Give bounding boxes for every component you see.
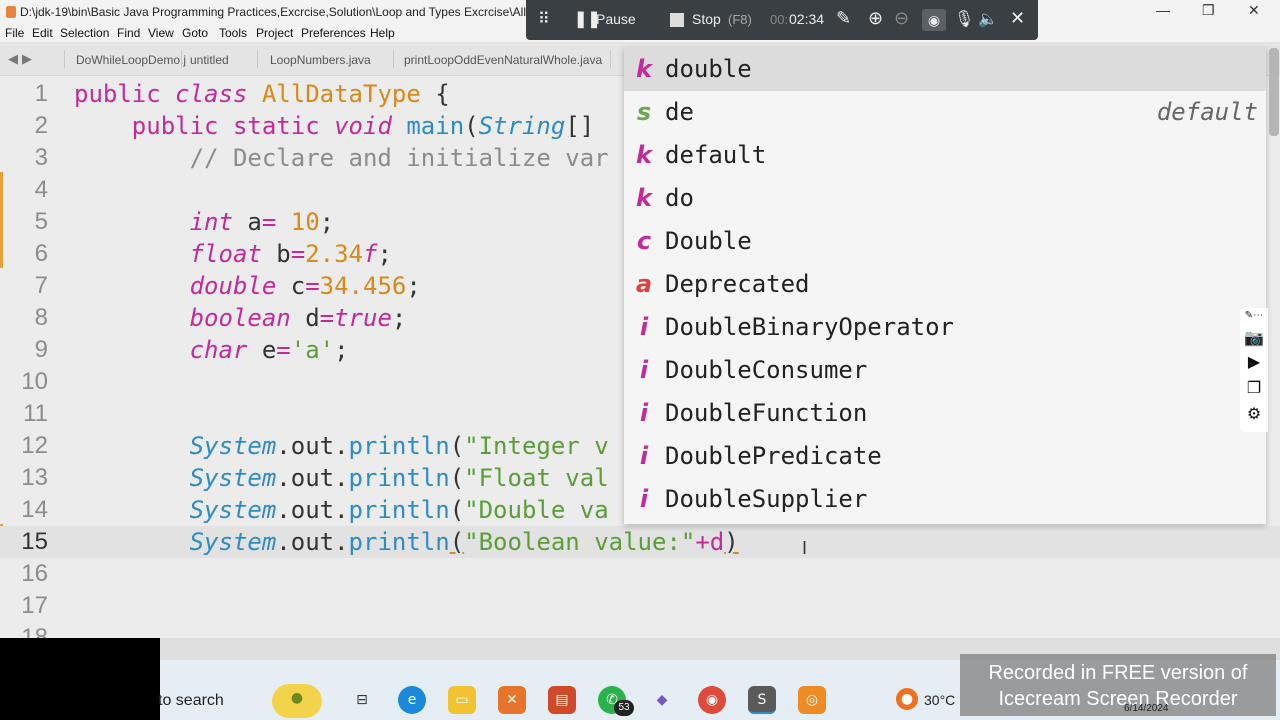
maximize-button[interactable]: ❐ <box>1202 2 1215 19</box>
xampp-icon[interactable]: ✕ <box>498 686 526 714</box>
pen-icon[interactable]: ✎ <box>836 8 851 29</box>
autocomplete-item[interactable]: i DoubleConsumer <box>624 349 1266 392</box>
line-number: 18 <box>21 624 48 638</box>
autocomplete-item[interactable]: i DoubleSupplier <box>624 478 1266 521</box>
weather-icon: ● <box>896 688 918 710</box>
window-title-text: D:\jdk-19\bin\Basic Java Programming Pra… <box>20 5 542 19</box>
code-line: 16 <box>0 558 1280 590</box>
line-number: 17 <box>21 592 48 619</box>
line-number: 9 <box>34 336 48 363</box>
close-window-button[interactable]: ✕ <box>1248 2 1260 19</box>
temperature: 30°C <box>924 692 956 708</box>
drag-handle-icon[interactable]: ⠿ <box>538 9 550 29</box>
line-number: 7 <box>34 272 48 299</box>
autocomplete-item[interactable]: c Double <box>624 220 1266 263</box>
tab-loopnumbers[interactable]: LoopNumbers.java <box>270 53 371 67</box>
code-line-active: 15 System.out.println("Boolean value:"+d… <box>0 526 1280 558</box>
edge-icon[interactable]: e <box>398 686 426 714</box>
autocomplete-item[interactable]: i DoublePredicate <box>624 435 1266 478</box>
autocomplete-popup: k double s de default k default k do c Double … <box>624 48 1266 524</box>
recorder-taskbar-icon[interactable]: ◎ <box>798 686 826 714</box>
line-number: 12 <box>21 432 48 459</box>
close-recorder-icon[interactable]: ✕ <box>1010 8 1025 29</box>
line-number: 4 <box>34 176 48 203</box>
line-number: 1 <box>34 80 48 107</box>
speaker-icon[interactable]: 🔈 <box>978 9 998 29</box>
line-number: 14 <box>21 496 48 523</box>
recording-timer: 02:34 <box>789 11 825 27</box>
watermark-line1: Recorded in FREE version of <box>988 662 1248 684</box>
menu-project[interactable]: Project <box>256 26 293 40</box>
window-icon[interactable]: ❐ <box>1244 378 1264 398</box>
autocomplete-item[interactable]: k do <box>624 177 1266 220</box>
webcam-icon[interactable]: ◉ <box>922 9 946 31</box>
line-number: 3 <box>34 144 48 171</box>
menu-selection[interactable]: Selection <box>60 26 109 40</box>
tab-untitled[interactable]: untitled <box>190 53 229 67</box>
autocomplete-item[interactable]: k default <box>624 134 1266 177</box>
line-number: 10 <box>21 368 48 395</box>
minimize-button[interactable]: — <box>1156 2 1170 18</box>
zoom-out-icon[interactable]: ⊖ <box>894 8 909 29</box>
video-icon[interactable]: ▶ <box>1244 352 1264 372</box>
line-number: 2 <box>34 112 48 139</box>
line-number: 16 <box>21 560 48 587</box>
zoom-in-icon[interactable]: ⊕ <box>868 8 883 29</box>
camera-icon[interactable]: 📷 <box>1244 328 1264 348</box>
menu-edit[interactable]: Edit <box>32 26 53 40</box>
line-number: 6 <box>34 240 48 267</box>
editor-scrollbar[interactable] <box>1269 48 1279 136</box>
recorder-toolbar: ⠿ ❚❚ Pause Stop (F8) 00: 02:34 ✎ ⊕ ⊖ ◉ 🎙… <box>526 0 1038 40</box>
menu-find[interactable]: Find <box>117 26 140 40</box>
tab-printloopoddevennaturalwhole[interactable]: printLoopOddEvenNaturalWhole.java <box>404 53 602 67</box>
file-explorer-icon[interactable]: ▭ <box>448 686 476 714</box>
obsidian-icon[interactable]: ◆ <box>648 686 676 714</box>
sublime-taskbar-icon[interactable]: S <box>748 686 776 714</box>
menu-preferences[interactable]: Preferences <box>301 26 366 40</box>
recorder-side-tools: ✎⋯ 📷 ▶ ❐ ⚙ <box>1240 308 1268 432</box>
stop-icon[interactable] <box>670 13 684 27</box>
line-number: 13 <box>21 464 48 491</box>
stop-shortcut: (F8) <box>728 12 752 27</box>
taskbar-date: 6/14/2024 <box>1124 703 1169 714</box>
menu-tools[interactable]: Tools <box>219 26 247 40</box>
taskbar-search[interactable]: to search <box>158 692 224 710</box>
recorder-watermark: Recorded in FREE version of Icecream Scr… <box>960 654 1276 716</box>
menu-goto[interactable]: Goto <box>182 26 208 40</box>
menu-file[interactable]: File <box>5 26 24 40</box>
tab-dowhileloopdemo[interactable]: DoWhileLoopDemo.j <box>76 53 186 67</box>
microphone-icon[interactable]: 🎙 <box>954 9 974 29</box>
autocomplete-item[interactable]: i DoubleFunction <box>624 392 1266 435</box>
pause-button[interactable]: Pause <box>596 11 636 27</box>
task-view-icon[interactable]: ⊟ <box>348 686 376 714</box>
line-number: 5 <box>34 208 48 235</box>
watermark-line2: Icecream Screen Recorder <box>998 688 1238 710</box>
code-line: 18 <box>0 622 1280 638</box>
stop-button[interactable]: Stop <box>692 11 721 27</box>
line-number: 11 <box>23 400 48 427</box>
whatsapp-badge: 53 <box>614 700 634 716</box>
menu-view[interactable]: View <box>148 26 174 40</box>
text-cursor-icon: Ι <box>802 538 808 558</box>
tab-scroll-right-icon[interactable]: ▶ <box>22 51 32 67</box>
sublime-text-icon <box>6 6 16 18</box>
presentation-icon[interactable]: ▤ <box>548 686 576 714</box>
tab-scroll-left-icon[interactable]: ◀ <box>8 51 18 67</box>
chrome-icon[interactable]: ◉ <box>698 686 726 714</box>
lemon-widget-icon[interactable]: ● <box>272 684 322 718</box>
autocomplete-item[interactable]: i DoubleBinaryOperator <box>624 306 1266 349</box>
line-number: 8 <box>34 304 48 331</box>
settings-gear-icon[interactable]: ⚙ <box>1244 404 1264 424</box>
window-title: D:\jdk-19\bin\Basic Java Programming Pra… <box>6 5 541 19</box>
more-icon[interactable]: ✎⋯ <box>1244 310 1264 330</box>
menu-help[interactable]: Help <box>370 26 395 40</box>
code-line: 17 <box>0 590 1280 622</box>
autocomplete-item[interactable]: k double <box>624 48 1266 91</box>
autocomplete-item[interactable]: s de default <box>624 91 1266 134</box>
timer-prefix: 00: <box>770 12 789 27</box>
autocomplete-item[interactable]: a Deprecated <box>624 263 1266 306</box>
line-number: 15 <box>21 528 48 555</box>
webcam-overlay <box>0 638 160 720</box>
